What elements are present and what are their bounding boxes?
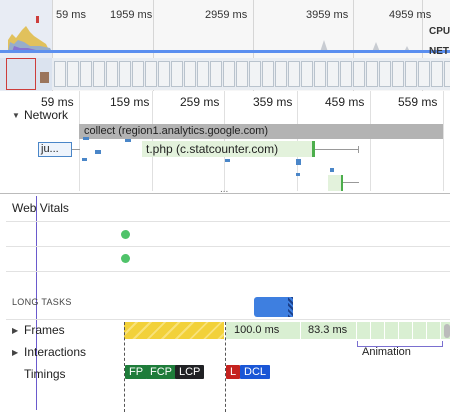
filmstrip-frame bbox=[171, 61, 183, 87]
section-divider bbox=[6, 319, 450, 320]
animation-range-end bbox=[442, 341, 443, 347]
network-request-label: t.php (c.statcounter.com) bbox=[146, 142, 279, 156]
frame-duration: 100.0 ms bbox=[234, 324, 280, 336]
frames-dropped-block[interactable] bbox=[124, 322, 224, 339]
timing-marker-fcp[interactable]: FCP bbox=[146, 365, 176, 379]
filmstrip-frame bbox=[184, 61, 196, 87]
frames-expand-icon[interactable]: ▶ bbox=[12, 326, 18, 335]
vital-marker-dot[interactable] bbox=[121, 254, 130, 263]
network-request-whisker bbox=[72, 149, 80, 150]
filmstrip-frame bbox=[301, 61, 313, 87]
filmstrip-frame bbox=[444, 61, 450, 87]
net-activity-bar bbox=[0, 50, 450, 53]
filmstrip-frame bbox=[314, 61, 326, 87]
network-request-tick[interactable] bbox=[330, 168, 334, 172]
timing-marker-fp[interactable]: FP bbox=[125, 365, 148, 379]
ruler-tick: 559 ms bbox=[398, 95, 438, 109]
grid-line bbox=[370, 91, 371, 191]
timing-marker-load[interactable]: L bbox=[226, 365, 241, 379]
net-label: NET bbox=[429, 46, 449, 57]
vital-marker-dot[interactable] bbox=[121, 230, 130, 239]
divider-grip[interactable]: ... bbox=[220, 184, 228, 195]
network-request-tick[interactable] bbox=[83, 137, 89, 140]
network-request-whisker bbox=[343, 182, 359, 183]
filmstrip-frame bbox=[106, 61, 118, 87]
network-request-label: ju... bbox=[41, 143, 59, 155]
timeline-overview[interactable]: 59 ms 1959 ms 2959 ms 3959 ms 4959 ms CP… bbox=[0, 0, 450, 91]
filmstrip-frame bbox=[54, 61, 66, 87]
filmstrip-frame bbox=[67, 61, 79, 87]
filmstrip-frame bbox=[145, 61, 157, 87]
ruler-tick: 259 ms bbox=[180, 95, 220, 109]
filmstrip-frame bbox=[210, 61, 222, 87]
scrollbar-thumb[interactable] bbox=[444, 324, 450, 338]
grid-line bbox=[443, 91, 444, 191]
filmstrip-frame bbox=[405, 61, 417, 87]
network-request-tick[interactable] bbox=[296, 159, 301, 165]
filmstrip-frame bbox=[80, 61, 92, 87]
network-collapse-icon[interactable]: ▼ bbox=[12, 111, 20, 120]
cpu-label: CPU bbox=[429, 26, 450, 37]
cpu-activity-chart bbox=[8, 26, 410, 52]
timing-marker-dcl[interactable]: DCL bbox=[240, 365, 271, 379]
frames-track-label[interactable]: Frames bbox=[24, 323, 65, 337]
network-request-tick[interactable] bbox=[125, 139, 131, 142]
filmstrip-frame bbox=[158, 61, 170, 87]
vitals-row-divider bbox=[6, 271, 450, 272]
vitals-row-divider bbox=[6, 221, 450, 222]
timing-marker-lcp[interactable]: LCP bbox=[175, 365, 205, 379]
filmstrip-frame bbox=[353, 61, 365, 87]
filmstrip-frame bbox=[392, 61, 404, 87]
overview-selection-window[interactable] bbox=[0, 0, 52, 91]
interactions-expand-icon[interactable]: ▶ bbox=[12, 348, 18, 357]
network-request-label: collect (region1.analytics.google.com) bbox=[84, 125, 269, 137]
filmstrip-frame bbox=[418, 61, 430, 87]
filmstrip-frame bbox=[236, 61, 248, 87]
grid-line bbox=[79, 91, 80, 191]
frame-block[interactable] bbox=[399, 322, 412, 339]
frame-block[interactable] bbox=[371, 322, 384, 339]
network-request-end bbox=[341, 175, 343, 191]
filmstrip-frame bbox=[275, 61, 287, 87]
frame-block[interactable] bbox=[427, 322, 440, 339]
filmstrip-frame bbox=[366, 61, 378, 87]
network-section-label[interactable]: Network bbox=[24, 108, 68, 122]
filmstrip-frame bbox=[132, 61, 144, 87]
network-request-whisker bbox=[315, 149, 359, 150]
frame-duration: 83.3 ms bbox=[308, 324, 348, 336]
network-request-tick[interactable] bbox=[225, 159, 230, 162]
filmstrip-frame bbox=[262, 61, 274, 87]
filmstrip-frame bbox=[288, 61, 300, 87]
filmstrip-frame bbox=[249, 61, 261, 87]
ruler-tick: 59 ms bbox=[41, 95, 74, 109]
filmstrip-frame bbox=[93, 61, 105, 87]
ruler-tick: 159 ms bbox=[110, 95, 150, 109]
filmstrip-frame bbox=[379, 61, 391, 87]
frame-block[interactable] bbox=[357, 322, 370, 339]
animation-label: Animation bbox=[362, 346, 411, 358]
ruler-tick: 459 ms bbox=[325, 95, 365, 109]
network-request-bar[interactable] bbox=[328, 175, 342, 191]
network-request-tick[interactable] bbox=[82, 158, 87, 161]
long-task-overflow bbox=[288, 297, 293, 317]
timings-track-label: Timings bbox=[24, 367, 66, 381]
filmstrip-frame bbox=[197, 61, 209, 87]
ruler-tick: 359 ms bbox=[253, 95, 293, 109]
filmstrip-frame bbox=[327, 61, 339, 87]
interactions-track-label[interactable]: Interactions bbox=[24, 345, 86, 359]
frame-block[interactable] bbox=[385, 322, 398, 339]
web-vitals-label: Web Vitals bbox=[12, 201, 69, 215]
network-request-tick[interactable] bbox=[296, 173, 300, 176]
filmstrip-frame bbox=[431, 61, 443, 87]
network-request-whisker bbox=[358, 146, 359, 153]
network-request-tick[interactable] bbox=[95, 150, 101, 154]
filmstrip-frame bbox=[223, 61, 235, 87]
filmstrip-frame bbox=[340, 61, 352, 87]
long-tasks-label: LONG TASKS bbox=[12, 297, 72, 307]
vitals-row-divider bbox=[6, 246, 450, 247]
frame-block[interactable] bbox=[413, 322, 426, 339]
filmstrip-frame bbox=[119, 61, 131, 87]
